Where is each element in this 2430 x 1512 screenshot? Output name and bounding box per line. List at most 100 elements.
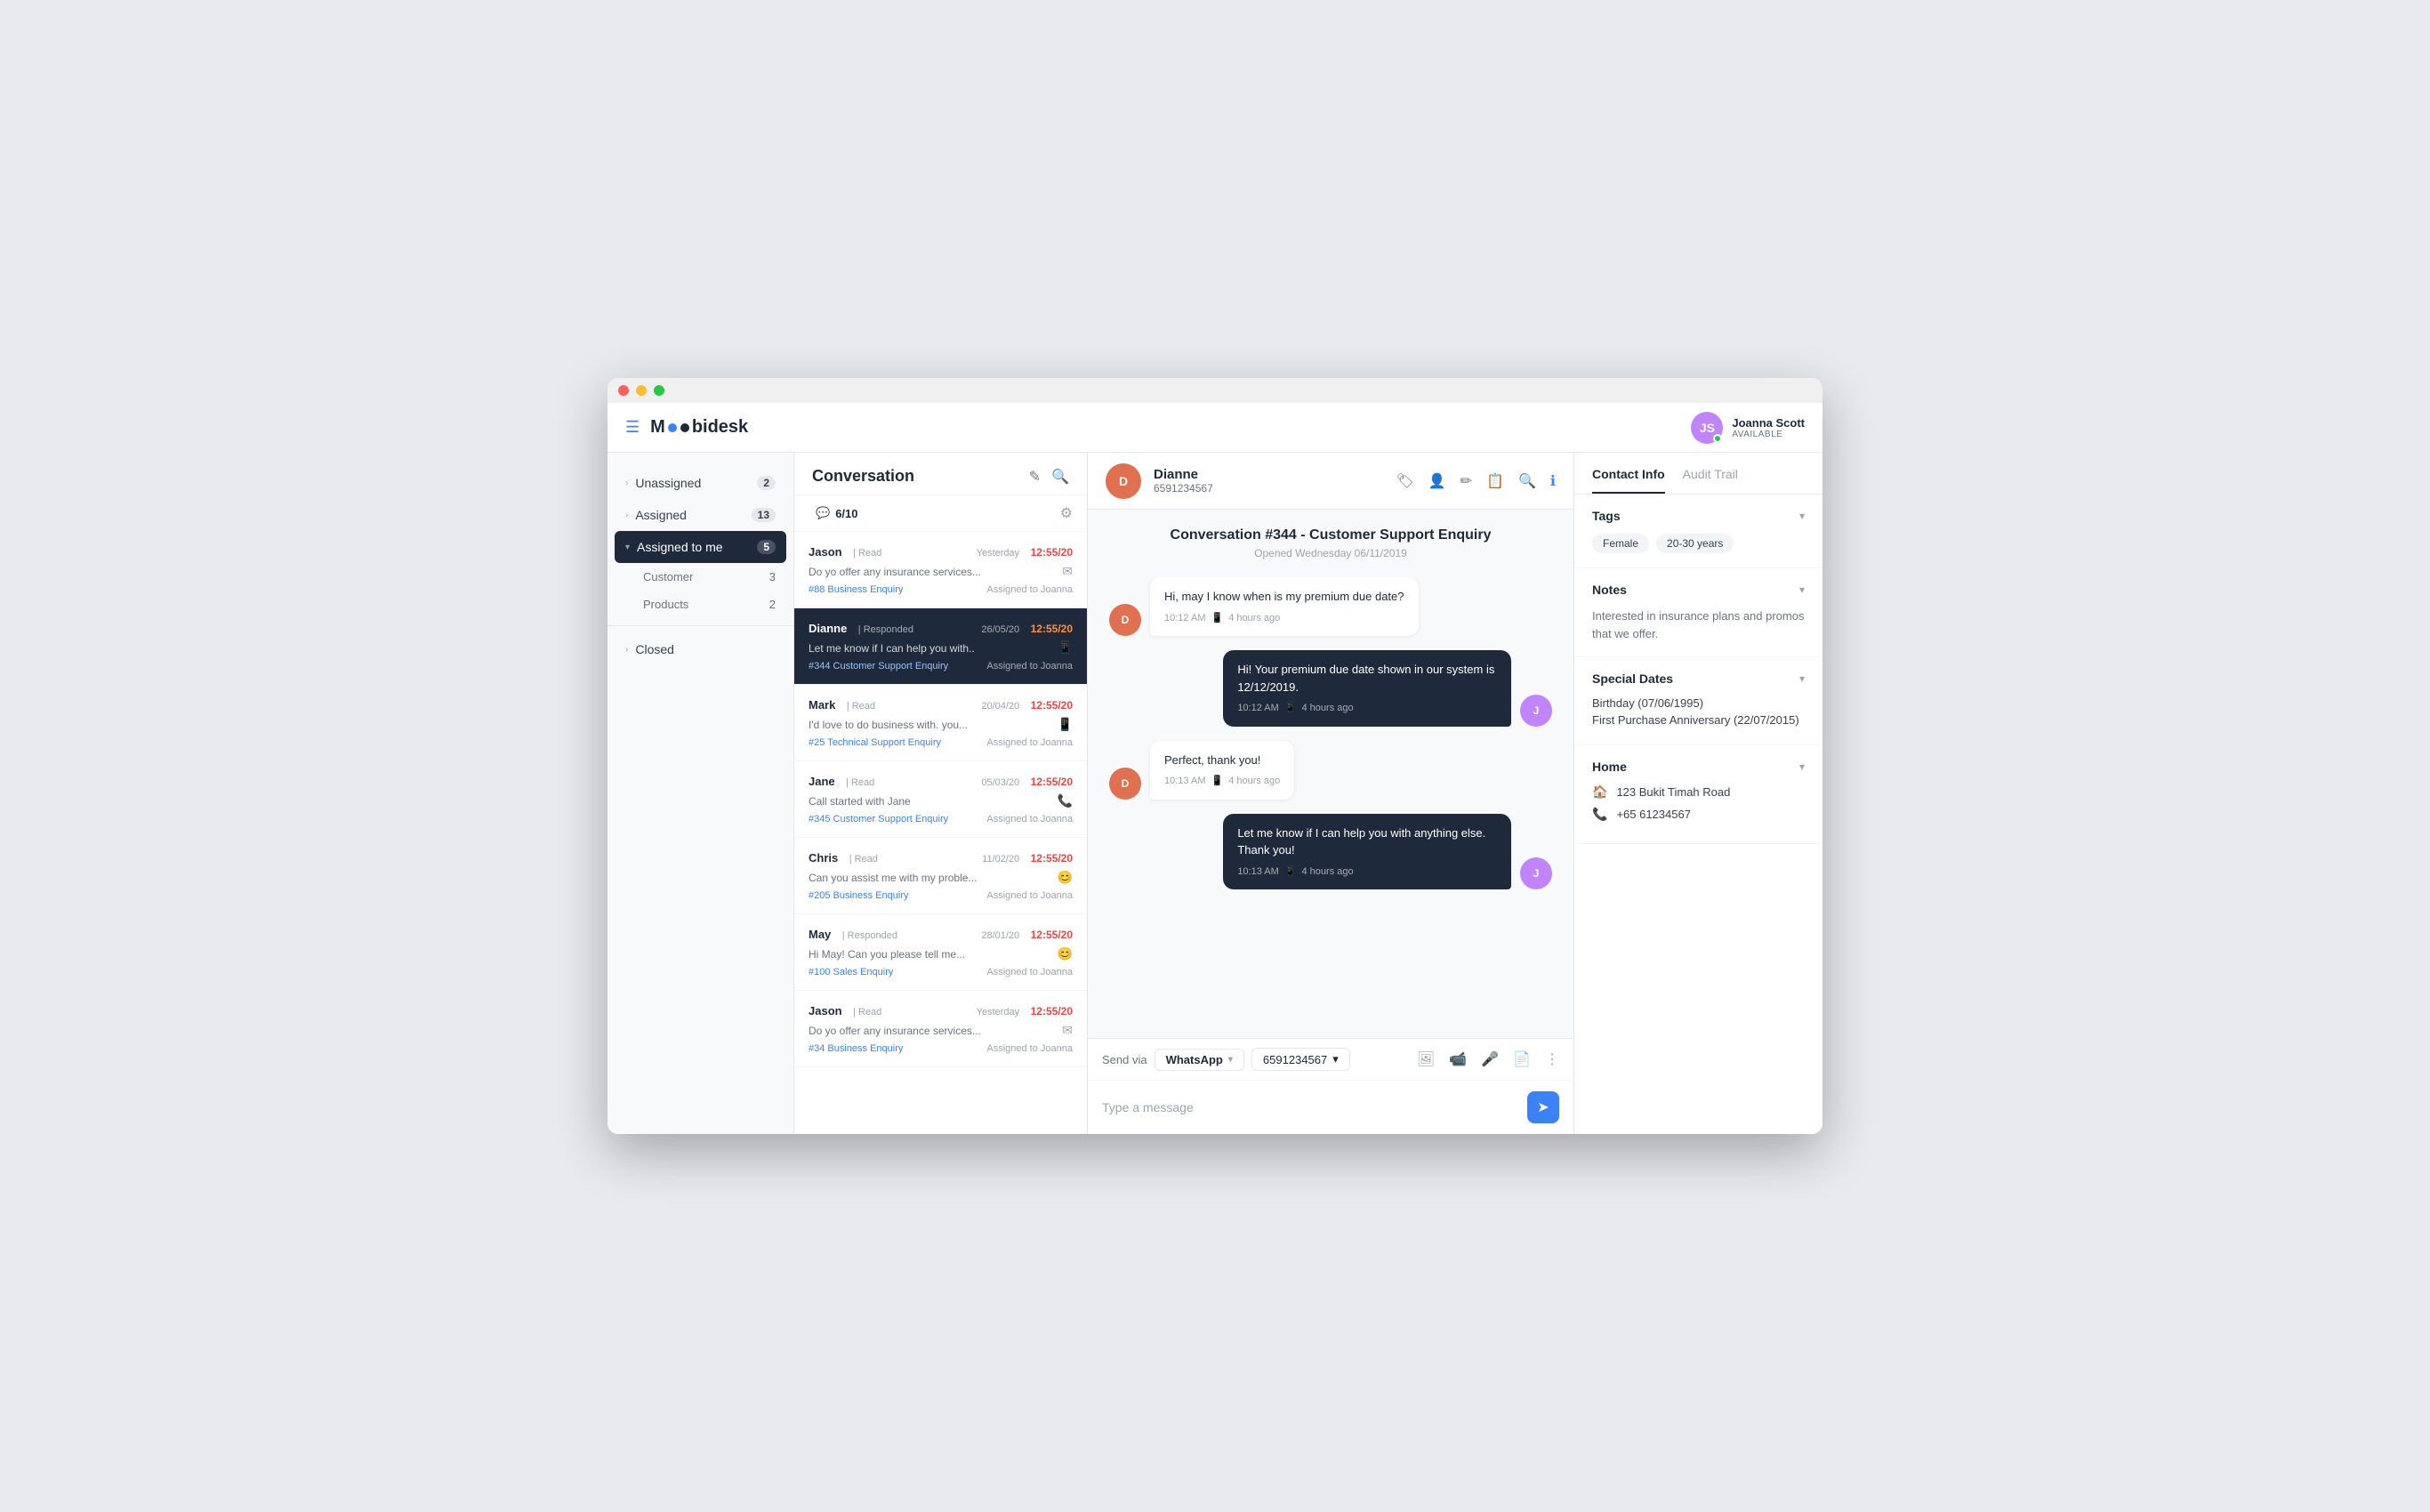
tab-contact-info[interactable]: Contact Info bbox=[1592, 467, 1665, 494]
message-avatar: J bbox=[1520, 857, 1552, 889]
arrow-icon: › bbox=[625, 645, 628, 655]
sidebar-label: Unassigned bbox=[635, 476, 757, 490]
compose-icon[interactable]: ✎ bbox=[1029, 468, 1041, 486]
sidebar-item-assigned-to-me[interactable]: ▾ Assigned to me 5 bbox=[615, 531, 786, 563]
sidebar-sub-item-customer[interactable]: Customer 3 bbox=[608, 563, 793, 591]
conv-time: 12:55/20 bbox=[1031, 623, 1073, 635]
phone-icon: 📞 bbox=[1058, 793, 1073, 808]
home-icon: 🏠 bbox=[1592, 784, 1607, 800]
user-name: Joanna Scott bbox=[1732, 416, 1805, 430]
conversation-item[interactable]: Chris | Read 11/02/20 12:55/20 Can you a… bbox=[794, 838, 1087, 914]
conv-footer: #205 Business Enquiry Assigned to Joanna bbox=[809, 890, 1073, 901]
conv-item-header: May | Responded 28/01/20 12:55/20 bbox=[809, 927, 1073, 943]
sidebar-sub-count: 2 bbox=[769, 598, 776, 611]
search-icon[interactable]: 🔍 bbox=[1518, 472, 1536, 490]
whatsapp-icon: 📱 bbox=[1211, 774, 1223, 789]
message-text: Let me know if I can help you with anyth… bbox=[1237, 826, 1485, 857]
sidebar-item-closed[interactable]: › Closed bbox=[608, 633, 793, 665]
home-section: Home ▾ 🏠 123 Bukit Timah Road 📞 +65 6123… bbox=[1574, 745, 1822, 844]
audio-icon[interactable]: 🎤 bbox=[1481, 1050, 1499, 1068]
conv-tag: #345 Customer Support Enquiry bbox=[809, 814, 948, 824]
filter-icon[interactable]: ⚙ bbox=[1060, 504, 1073, 522]
conversation-date: Opened Wednesday 06/11/2019 bbox=[1106, 547, 1556, 559]
conv-time: 12:55/20 bbox=[1031, 929, 1073, 941]
conv-assigned: Assigned to Joanna bbox=[986, 584, 1073, 595]
home-header[interactable]: Home ▾ bbox=[1592, 760, 1805, 774]
special-dates-title: Special Dates bbox=[1592, 672, 1673, 686]
conv-preview: I'd love to do business with. you... 📱 bbox=[809, 717, 1073, 732]
conv-assigned: Assigned to Joanna bbox=[986, 737, 1073, 748]
avatar-initials: D bbox=[1106, 463, 1141, 499]
info-icon[interactable]: ℹ bbox=[1550, 472, 1556, 490]
chat-messages: D Hi, may I know when is my premium due … bbox=[1088, 577, 1573, 1038]
conv-name: Jane bbox=[809, 775, 835, 788]
conv-footer: #100 Sales Enquiry Assigned to Joanna bbox=[809, 967, 1073, 977]
label-icon[interactable]: 🏷 bbox=[1396, 472, 1413, 490]
sidebar-label: Closed bbox=[635, 642, 776, 656]
conv-preview-text: Let me know if I can help you with.. bbox=[809, 642, 1058, 655]
right-panel-tabs: Contact Info Audit Trail bbox=[1574, 453, 1822, 495]
conv-item-left: Chris | Read bbox=[809, 850, 878, 866]
phone-selector[interactable]: 6591234567 ▾ bbox=[1251, 1048, 1350, 1071]
tags-section: Tags ▾ Female 20-30 years bbox=[1574, 495, 1822, 568]
whatsapp-icon: 📱 bbox=[1284, 701, 1297, 716]
minimize-button[interactable] bbox=[636, 385, 647, 396]
conversation-item[interactable]: Mark | Read 20/04/20 12:55/20 I'd love t… bbox=[794, 685, 1087, 761]
sidebar-sub-count: 3 bbox=[769, 570, 776, 583]
conv-footer: #344 Customer Support Enquiry Assigned t… bbox=[809, 661, 1073, 672]
search-icon[interactable]: 🔍 bbox=[1051, 468, 1069, 486]
conv-preview: Hi May! Can you please tell me... 😊 bbox=[809, 946, 1073, 961]
assign-icon[interactable]: 👤 bbox=[1428, 472, 1446, 490]
video-icon[interactable]: 📹 bbox=[1449, 1050, 1467, 1068]
conversation-title: Conversation bbox=[812, 467, 914, 486]
email-icon: ✉ bbox=[1062, 1023, 1073, 1038]
conv-item-left: Mark | Read bbox=[809, 697, 875, 713]
image-icon[interactable]: 🖼 bbox=[1417, 1050, 1435, 1068]
message-input[interactable] bbox=[1102, 1091, 1517, 1123]
conv-preview: Do yo offer any insurance services... ✉ bbox=[809, 1023, 1073, 1038]
send-button[interactable]: ➤ bbox=[1527, 1091, 1559, 1123]
note-icon[interactable]: 📋 bbox=[1486, 472, 1504, 490]
close-button[interactable] bbox=[618, 385, 629, 396]
conversation-title: Conversation #344 - Customer Support Enq… bbox=[1106, 527, 1556, 543]
maximize-button[interactable] bbox=[654, 385, 664, 396]
tab-chat[interactable]: 💬 6/10 bbox=[809, 503, 865, 524]
tab-audit-trail[interactable]: Audit Trail bbox=[1683, 467, 1738, 494]
conv-item-right: 28/01/20 12:55/20 bbox=[981, 927, 1073, 943]
sidebar-sub-item-products[interactable]: Products 2 bbox=[608, 591, 793, 618]
email-icon: ✉ bbox=[1062, 564, 1073, 579]
conversation-item[interactable]: May | Responded 28/01/20 12:55/20 Hi May… bbox=[794, 914, 1087, 991]
more-icon[interactable]: ⋮ bbox=[1545, 1050, 1559, 1068]
send-icon: ➤ bbox=[1537, 1098, 1549, 1116]
sidebar-item-unassigned[interactable]: › Unassigned 2 bbox=[608, 467, 793, 499]
conv-date: 26/05/20 bbox=[981, 624, 1019, 635]
conversation-item[interactable]: Dianne | Responded 26/05/20 12:55/20 Let… bbox=[794, 608, 1087, 685]
message-avatar: D bbox=[1109, 768, 1141, 800]
notes-header[interactable]: Notes ▾ bbox=[1592, 583, 1805, 597]
chevron-down-icon: ▾ bbox=[1799, 760, 1805, 773]
conversation-item[interactable]: Jason | Read Yesterday 12:55/20 Do yo of… bbox=[794, 532, 1087, 608]
tags-header[interactable]: Tags ▾ bbox=[1592, 509, 1805, 523]
conv-tag: #205 Business Enquiry bbox=[809, 890, 909, 901]
message-text: Perfect, thank you! bbox=[1164, 753, 1260, 767]
conv-footer: #34 Business Enquiry Assigned to Joanna bbox=[809, 1043, 1073, 1054]
conversation-tabs: 💬 6/10 ⚙ bbox=[794, 495, 1087, 532]
chevron-down-icon: ▾ bbox=[1799, 583, 1805, 596]
avatar[interactable]: JS bbox=[1691, 412, 1723, 444]
phone-icon: 📞 bbox=[1592, 807, 1607, 822]
conversation-item[interactable]: Jason | Read Yesterday 12:55/20 Do yo of… bbox=[794, 991, 1087, 1067]
conv-preview: Call started with Jane 📞 bbox=[809, 793, 1073, 808]
sidebar-sub-label: Customer bbox=[643, 570, 693, 583]
channel-name: WhatsApp bbox=[1166, 1053, 1223, 1066]
hamburger-icon[interactable]: ☰ bbox=[625, 418, 640, 437]
file-icon[interactable]: 📄 bbox=[1513, 1050, 1531, 1068]
sidebar-item-assigned[interactable]: › Assigned 13 bbox=[608, 499, 793, 531]
home-address: 123 Bukit Timah Road bbox=[1616, 785, 1730, 799]
message-meta: 10:12 AM 📱 4 hours ago bbox=[1164, 611, 1404, 626]
conversation-item[interactable]: Jane | Read 05/03/20 12:55/20 Call start… bbox=[794, 761, 1087, 838]
phone-icon: 📱 bbox=[1058, 717, 1073, 732]
special-dates-header[interactable]: Special Dates ▾ bbox=[1592, 672, 1805, 686]
channel-selector[interactable]: WhatsApp ▾ bbox=[1155, 1049, 1244, 1071]
edit-icon[interactable]: ✏ bbox=[1460, 472, 1472, 490]
conv-status: | Read bbox=[846, 777, 874, 788]
